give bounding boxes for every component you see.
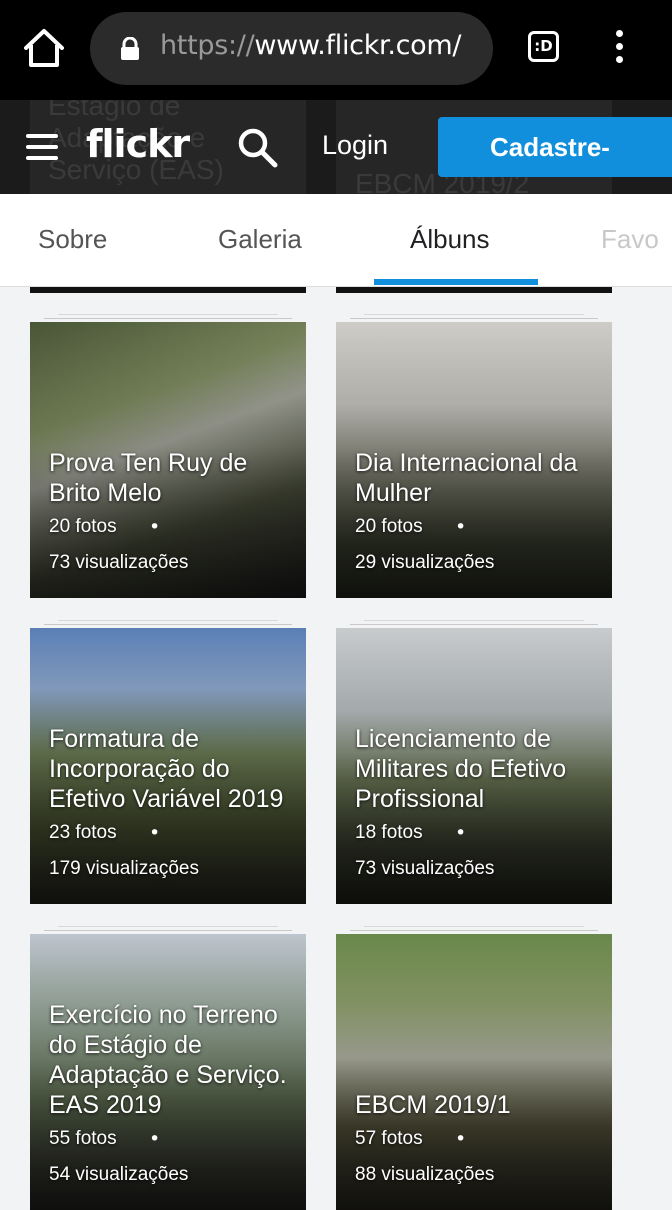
album-view-count: 29 visualizações bbox=[355, 552, 495, 573]
album-view-count: 179 visualizações bbox=[49, 858, 199, 879]
login-link[interactable]: Login bbox=[322, 130, 388, 161]
url-scheme: https:// bbox=[160, 30, 255, 61]
home-icon[interactable] bbox=[20, 26, 68, 70]
album-view-count: 73 visualizações bbox=[355, 858, 495, 879]
album-title: Dia Internacional da Mulher bbox=[355, 449, 578, 507]
separator-dot: • bbox=[455, 822, 467, 844]
album-photo-count: 20 fotos bbox=[49, 516, 117, 537]
album-title: EBCM 2019/1 bbox=[355, 1091, 511, 1119]
album-view-count: 73 visualizações bbox=[49, 552, 189, 573]
url-text: https://www.flickr.com/ bbox=[160, 30, 462, 61]
tab-sobre[interactable]: Sobre bbox=[38, 224, 107, 255]
address-bar[interactable]: https://www.flickr.com/ bbox=[90, 12, 493, 85]
tab-galeria[interactable]: Galeria bbox=[218, 224, 302, 255]
site-header: Estágio de Adaptação e Serviço (EAS) EBC… bbox=[0, 100, 672, 194]
tab-favoritos[interactable]: Favo bbox=[601, 224, 659, 255]
separator-dot: • bbox=[149, 516, 161, 538]
album-card[interactable]: Licenciamento de Militares do Efetivo Pr… bbox=[336, 628, 612, 904]
album-photo-count: 23 fotos bbox=[49, 822, 117, 843]
url-host: www.flickr.com/ bbox=[254, 30, 462, 61]
album-card-edge bbox=[30, 287, 306, 293]
album-card[interactable]: Prova Ten Ruy de Brito Melo 20 fotos • 7… bbox=[30, 322, 306, 598]
browser-toolbar: https://www.flickr.com/ :D bbox=[0, 0, 672, 100]
album-view-count: 88 visualizações bbox=[355, 1164, 495, 1185]
flickr-logo[interactable]: flickr bbox=[86, 122, 190, 166]
album-title: Prova Ten Ruy de Brito Melo bbox=[49, 449, 248, 507]
signup-button[interactable]: Cadastre- bbox=[438, 117, 672, 177]
separator-dot: • bbox=[149, 1128, 161, 1150]
separator-dot: • bbox=[455, 516, 467, 538]
album-title: Formatura de Incorporação do Efetivo Var… bbox=[49, 725, 284, 813]
album-photo-count: 20 fotos bbox=[355, 516, 423, 537]
profile-tabs: Sobre Galeria Álbuns Favo bbox=[0, 194, 672, 287]
album-card-edge bbox=[336, 287, 612, 293]
album-card[interactable]: EBCM 2019/1 57 fotos • 88 visualizações bbox=[336, 934, 612, 1210]
album-photo-count: 18 fotos bbox=[355, 822, 423, 843]
tab-albuns[interactable]: Álbuns bbox=[410, 224, 490, 255]
album-card[interactable]: Dia Internacional da Mulher 20 fotos • 2… bbox=[336, 322, 612, 598]
search-icon[interactable] bbox=[236, 126, 280, 170]
separator-dot: • bbox=[149, 822, 161, 844]
separator-dot: • bbox=[455, 1128, 467, 1150]
album-photo-count: 55 fotos bbox=[49, 1128, 117, 1149]
more-vert-icon[interactable] bbox=[611, 30, 627, 66]
tabs-icon[interactable]: :D bbox=[528, 31, 559, 62]
album-photo-count: 57 fotos bbox=[355, 1128, 423, 1149]
active-tab-indicator bbox=[374, 279, 538, 285]
album-card[interactable]: Exercício no Terreno do Estágio de Adapt… bbox=[30, 934, 306, 1210]
album-title: Exercício no Terreno do Estágio de Adapt… bbox=[49, 1001, 287, 1119]
lock-icon bbox=[120, 36, 140, 61]
album-title: Licenciamento de Militares do Efetivo Pr… bbox=[355, 725, 567, 813]
hamburger-menu-icon[interactable] bbox=[26, 134, 58, 160]
album-card[interactable]: Formatura de Incorporação do Efetivo Var… bbox=[30, 628, 306, 904]
album-view-count: 54 visualizações bbox=[49, 1164, 189, 1185]
